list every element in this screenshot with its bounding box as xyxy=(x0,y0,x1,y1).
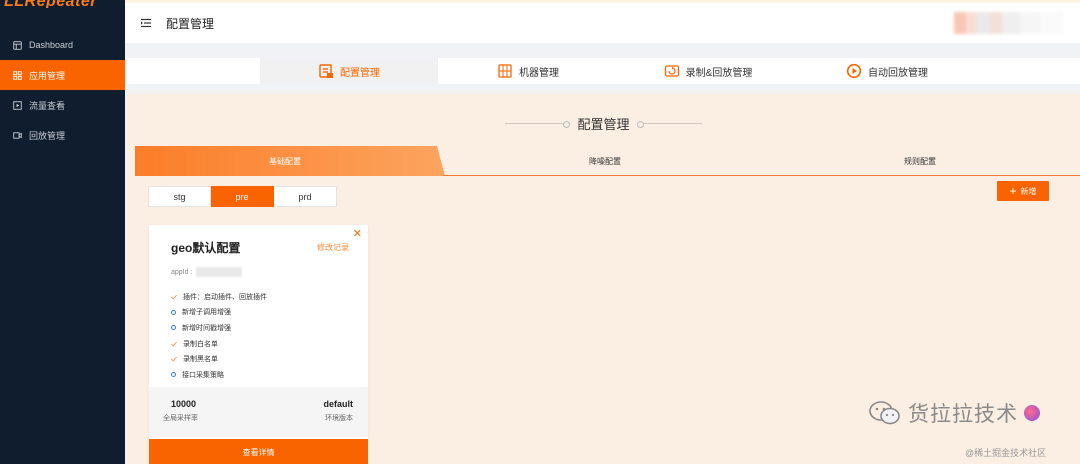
circle-icon xyxy=(171,372,176,378)
card-stats: 10000 全局采样率 default 环境版本 xyxy=(149,387,368,437)
feature-label: 新增子调用增强 xyxy=(182,309,231,317)
add-button-label: 新增 xyxy=(1020,186,1037,196)
check-icon xyxy=(171,341,177,347)
sidebar: LLRepeater Dashboard 应用管理 流量查看 回放管理 xyxy=(0,0,125,464)
plus-icon: + xyxy=(1009,184,1017,198)
subtab-rules[interactable]: 规则配置 xyxy=(760,146,1080,176)
sidebar-item-label: 应用管理 xyxy=(29,70,66,81)
sample-rate-value: 10000 xyxy=(171,399,197,409)
list-item: 录制白名单 xyxy=(171,336,267,352)
card-title: geo默认配置 xyxy=(171,241,241,255)
tab-config-management[interactable]: 配置管理 xyxy=(260,58,438,84)
env-stg-button[interactable]: stg xyxy=(148,186,211,207)
sidebar-nav: Dashboard 应用管理 流量查看 回放管理 xyxy=(0,30,125,150)
env-version-value: default xyxy=(323,399,353,409)
sidebar-item-traffic[interactable]: 流量查看 xyxy=(0,90,125,120)
history-link[interactable]: 修改记录 xyxy=(317,242,349,253)
subtab-label: 规则配置 xyxy=(904,156,936,166)
config-card: ✕ geo默认配置 修改记录 appId : 插件：启动插件、回放插件 新增子调… xyxy=(149,225,368,464)
add-config-button[interactable]: + 新增 xyxy=(997,181,1049,201)
tab-auto-replay[interactable]: 自动回放管理 xyxy=(798,58,976,84)
menu-fold-icon[interactable] xyxy=(140,17,152,29)
watermark-subtext: @稀土掘金技术社区 xyxy=(965,448,1047,458)
top-tabs: 配置管理 机器管理 录制&回放管理 自动回放管理 xyxy=(127,58,1080,84)
config-subtabs: 基础配置 降噪配置 规则配置 xyxy=(135,146,1080,176)
subtab-noise-reduction[interactable]: 降噪配置 xyxy=(450,146,760,176)
panel-title: 配置管理 xyxy=(577,117,630,132)
subtab-underline xyxy=(443,175,1080,176)
watermark-text: 货拉拉技术 xyxy=(908,402,1018,426)
close-icon[interactable]: ✕ xyxy=(353,229,362,240)
list-item: 接口采集策略 xyxy=(171,367,267,383)
auto-replay-icon xyxy=(846,63,862,79)
sidebar-item-app-management[interactable]: 应用管理 xyxy=(0,60,125,90)
env-switcher: stg pre prd xyxy=(148,186,337,207)
subtab-label: 降噪配置 xyxy=(589,156,621,166)
sample-rate-label: 全局采样率 xyxy=(163,415,198,422)
list-item: 新增子调用增强 xyxy=(171,305,267,321)
env-version-stat: default 环境版本 xyxy=(323,399,353,423)
watermark: 货拉拉技术 xyxy=(868,398,1040,428)
list-item: 插件：启动插件、回放插件 xyxy=(171,289,267,305)
sidebar-item-label: Dashboard xyxy=(29,40,74,50)
env-version-label: 环境版本 xyxy=(325,415,353,422)
list-item: 新增时间戳增强 xyxy=(171,320,267,336)
brand-logo: LLRepeater xyxy=(0,0,125,8)
layout-icon xyxy=(12,40,22,50)
tab-label: 配置管理 xyxy=(340,67,380,79)
list-item: 录制黑名单 xyxy=(171,351,267,367)
circle-icon xyxy=(171,309,176,315)
subtab-label: 基础配置 xyxy=(269,156,301,166)
subtab-basic-config[interactable]: 基础配置 xyxy=(135,146,445,176)
feature-label: 新增时间戳增强 xyxy=(182,324,231,332)
sidebar-item-label: 流量查看 xyxy=(29,100,66,111)
appid-value-redacted xyxy=(196,267,243,277)
feature-label: 接口采集策略 xyxy=(182,371,224,379)
tab-label: 录制&回放管理 xyxy=(685,67,753,79)
env-pre-button[interactable]: pre xyxy=(211,186,274,207)
circle-icon xyxy=(171,325,176,331)
panel-title-row: 配置管理 xyxy=(127,114,1080,133)
record-replay-icon xyxy=(664,63,680,79)
appid-row: appId : xyxy=(171,267,243,277)
title-decoration-left xyxy=(505,121,571,128)
brain-logo-icon xyxy=(1024,405,1040,421)
sidebar-item-label: 回放管理 xyxy=(29,130,66,141)
grid-icon xyxy=(12,70,22,80)
sidebar-item-dashboard[interactable]: Dashboard xyxy=(0,30,125,60)
env-prd-button[interactable]: prd xyxy=(274,186,337,207)
check-icon xyxy=(171,294,177,300)
tab-record-replay[interactable]: 录制&回放管理 xyxy=(618,58,798,84)
tab-machine-management[interactable]: 机器管理 xyxy=(438,58,618,84)
check-icon xyxy=(171,356,177,362)
feature-label: 录制白名单 xyxy=(183,340,218,348)
feature-label: 录制黑名单 xyxy=(183,356,218,364)
video-icon xyxy=(12,130,22,140)
title-decoration-right xyxy=(636,121,702,128)
tab-label: 自动回放管理 xyxy=(868,67,928,79)
feature-label: 插件：启动插件、回放插件 xyxy=(183,293,267,301)
sample-rate-stat: 10000 全局采样率 xyxy=(163,399,198,423)
view-details-button[interactable]: 查看详情 xyxy=(149,439,368,464)
config-doc-icon xyxy=(318,63,334,79)
page-title: 配置管理 xyxy=(166,16,215,31)
sidebar-item-replay[interactable]: 回放管理 xyxy=(0,120,125,150)
top-header: 配置管理 xyxy=(125,3,1080,43)
wechat-icon xyxy=(869,401,900,425)
play-square-icon xyxy=(12,100,22,110)
feature-list: 插件：启动插件、回放插件 新增子调用增强 新增时间戳增强 录制白名单 录制黑名单… xyxy=(171,289,267,383)
server-icon xyxy=(497,63,513,79)
user-avatar[interactable] xyxy=(954,12,1064,34)
tab-label: 机器管理 xyxy=(519,67,559,79)
appid-label: appId : xyxy=(171,268,193,276)
